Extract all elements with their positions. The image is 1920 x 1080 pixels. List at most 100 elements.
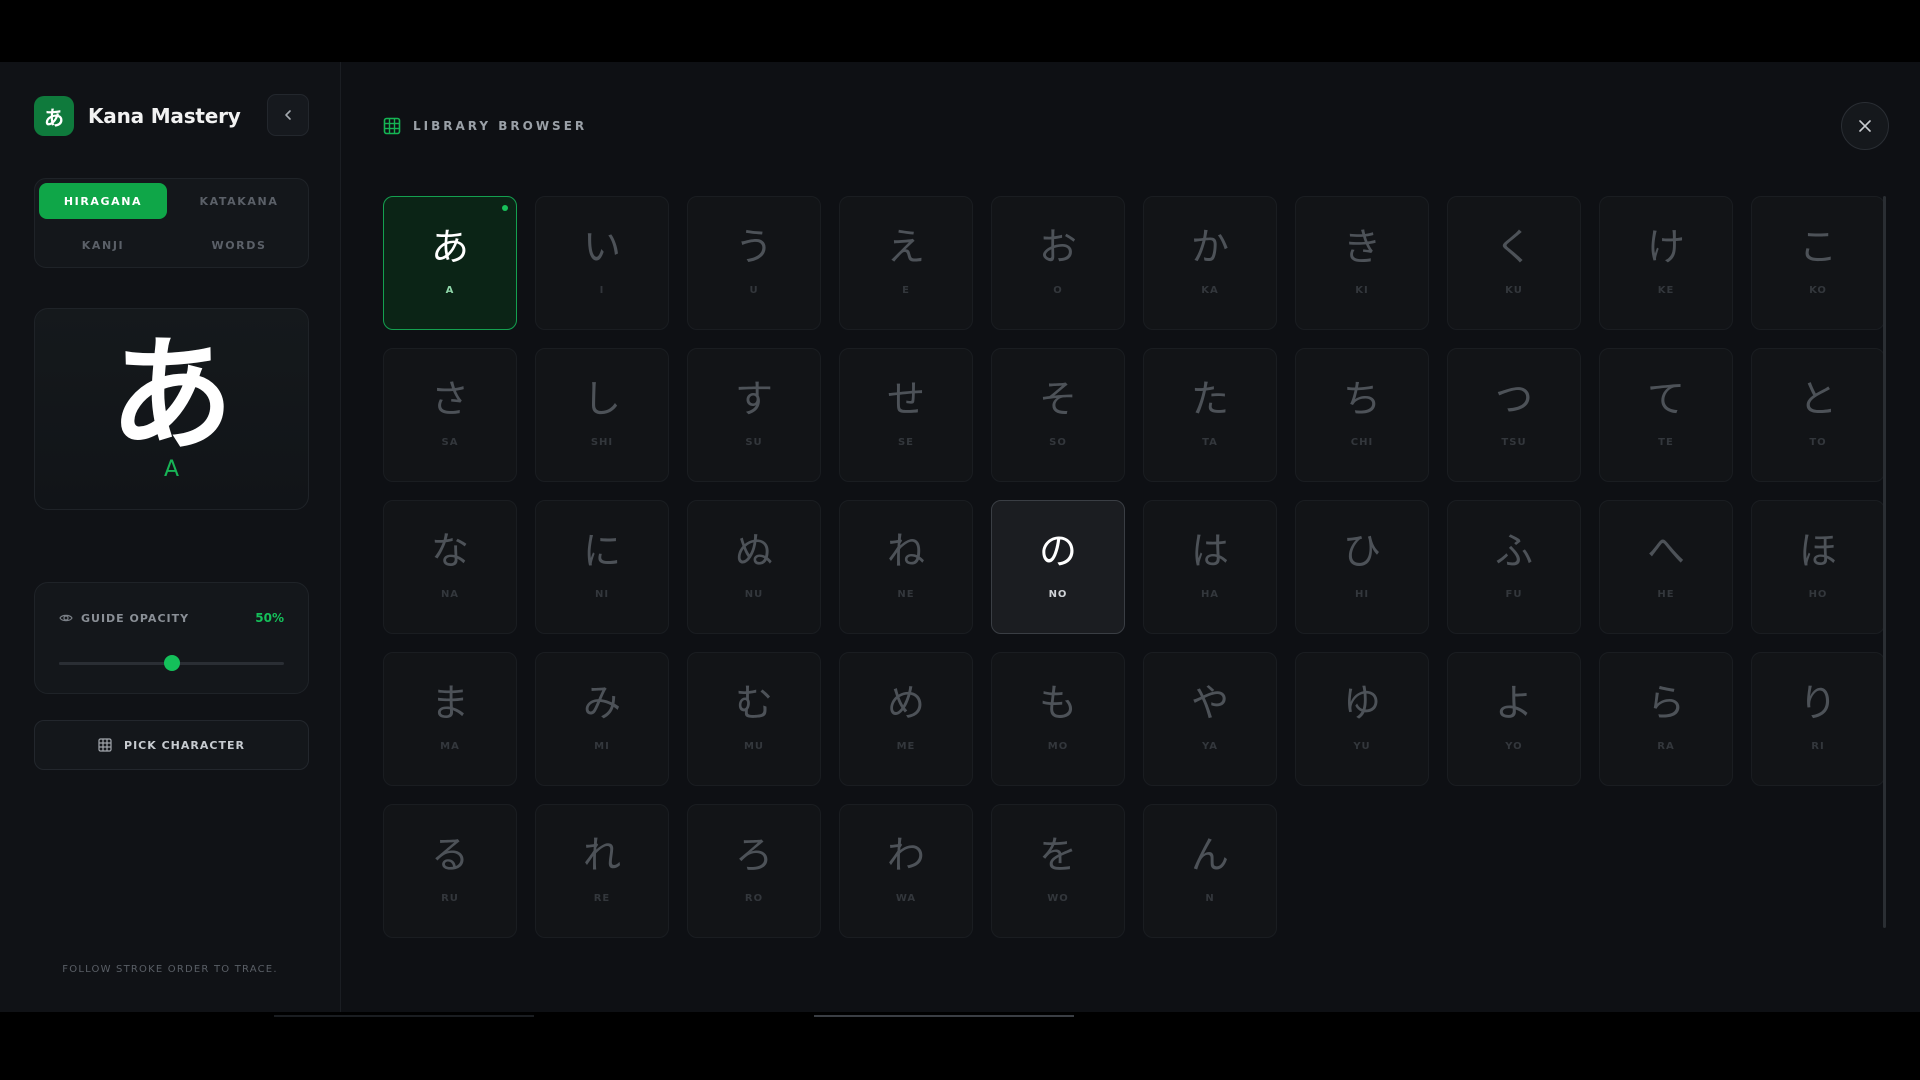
kana-tile-ku[interactable]: く KU [1447,196,1581,330]
kana-tile-ru[interactable]: る RU [383,804,517,938]
kana-tile-n[interactable]: んN [1143,804,1277,938]
kana-tile-ri[interactable]: り RI [1751,652,1885,786]
kana-character: き [1342,225,1381,269]
kana-tile-fu[interactable]: ふ FU [1447,500,1581,634]
app-logo: あ [34,96,74,136]
kana-character: ゆ [1342,681,1381,725]
kana-character: て [1646,377,1685,421]
kana-romaji: RE [593,893,611,904]
kana-tile-mu[interactable]: む MU [687,652,821,786]
kana-tile-ke[interactable]: け KE [1599,196,1733,330]
kana-romaji: TA [1202,437,1218,448]
kana-tile-a[interactable]: あA [383,196,517,330]
library-header: LIBRARY BROWSER [383,117,587,135]
kana-romaji: O [1053,285,1063,296]
kana-tile-mi[interactable]: み MI [535,652,669,786]
stroke-order-hint: FOLLOW STROKE ORDER TO TRACE. [62,964,278,975]
kana-character: む [734,681,773,725]
kana-tile-tsu[interactable]: つ TSU [1447,348,1581,482]
kana-character: え [886,225,925,269]
kana-character: か [1190,225,1229,269]
kana-romaji: MO [1047,741,1069,752]
scrollbar[interactable] [1883,196,1886,928]
slider-fill [59,662,172,665]
kana-tile-to[interactable]: と TO [1751,348,1885,482]
kana-tile-ro[interactable]: ろ RO [687,804,821,938]
kana-character: へ [1646,529,1685,573]
collapse-sidebar-button[interactable] [267,94,309,136]
kana-romaji: U [749,285,759,296]
kana-tile-shi[interactable]: し SHI [535,348,669,482]
kana-tile-te[interactable]: て TE [1599,348,1733,482]
kana-tile-mo[interactable]: も MO [991,652,1125,786]
guide-opacity-label: GUIDE OPACITY [59,611,189,625]
kana-tile-ni[interactable]: に NI [535,500,669,634]
kana-tile-ho[interactable]: ほ HO [1751,500,1885,634]
kana-character: や [1190,681,1229,725]
kana-romaji: E [902,285,910,296]
library-browser: LIBRARY BROWSER あ A い I う U え E お O か KA き KI く KU け KE こ K… [341,62,1920,1012]
tab-hiragana[interactable]: HIRAGANA [39,183,167,219]
kana-romaji: MU [743,741,765,752]
tab-words[interactable]: WORDS [175,227,303,263]
kana-tile-no[interactable]: の NO [991,500,1125,634]
kana-romaji: HE [1657,589,1675,600]
tab-kanji[interactable]: KANJI [39,227,167,263]
kana-character: つ [1494,377,1533,421]
guide-opacity-panel: GUIDE OPACITY 50% [34,582,309,694]
app-title: Kana Mastery [88,104,241,128]
kana-romaji: NA [440,589,460,600]
kana-tile-ma[interactable]: ま MA [383,652,517,786]
kana-tile-hi[interactable]: ひ HI [1295,500,1429,634]
kana-tile-re[interactable]: れ RE [535,804,669,938]
kana-tile-he[interactable]: へ HE [1599,500,1733,634]
kana-tile-yo[interactable]: よ YO [1447,652,1581,786]
kana-tile-sa[interactable]: さ SA [383,348,517,482]
kana-romaji: SA [441,437,459,448]
close-button[interactable] [1841,102,1889,150]
kana-character: ち [1342,377,1381,421]
kana-romaji: CHI [1350,437,1374,448]
kana-tile-e[interactable]: えE [839,196,973,330]
kana-tile-ki[interactable]: き KI [1295,196,1429,330]
kana-tile-na[interactable]: な NA [383,500,517,634]
kana-tile-i[interactable]: いI [535,196,669,330]
kana-tile-wo[interactable]: を WO [991,804,1125,938]
grid-icon [383,117,401,135]
kana-tile-yu[interactable]: ゆ YU [1295,652,1429,786]
kana-romaji: TSU [1501,437,1527,448]
kana-tile-ka[interactable]: か KA [1143,196,1277,330]
kana-tile-ya[interactable]: や YA [1143,652,1277,786]
tab-katakana[interactable]: KATAKANA [175,183,303,219]
kana-character: ま [430,681,469,725]
character-grid: あ A い I う U え E お O か KA き KI く KU け KE こ KO さ SA し SHI す SU せ SE そ S… [383,196,1885,938]
slider-thumb[interactable] [163,655,180,671]
kana-tile-ne[interactable]: ね NE [839,500,973,634]
kana-tile-u[interactable]: うU [687,196,821,330]
kana-tile-ra[interactable]: ら RA [1599,652,1733,786]
pick-character-button[interactable]: PICK CHARACTER [34,720,309,770]
kana-tile-so[interactable]: そ SO [991,348,1125,482]
kana-tile-chi[interactable]: ち CHI [1295,348,1429,482]
kana-character: と [1798,377,1837,421]
kana-romaji: NO [1048,589,1068,600]
kana-tile-wa[interactable]: わ WA [839,804,973,938]
kana-character: け [1646,225,1685,269]
kana-tile-ta[interactable]: た TA [1143,348,1277,482]
kana-tile-o[interactable]: おO [991,196,1125,330]
kana-character: ら [1646,681,1685,725]
kana-tile-nu[interactable]: ぬ NU [687,500,821,634]
kana-romaji: NU [744,589,764,600]
kana-character: も [1038,681,1077,725]
kana-character: を [1038,833,1077,877]
kana-tile-su[interactable]: す SU [687,348,821,482]
kana-tile-ha[interactable]: は HA [1143,500,1277,634]
kana-character: こ [1798,225,1837,269]
kana-character: ひ [1342,529,1381,573]
kana-romaji: KI [1355,285,1369,296]
kana-romaji: NI [594,589,610,600]
kana-tile-se[interactable]: せ SE [839,348,973,482]
guide-opacity-slider[interactable] [59,655,284,671]
kana-tile-ko[interactable]: こ KO [1751,196,1885,330]
kana-tile-me[interactable]: め ME [839,652,973,786]
